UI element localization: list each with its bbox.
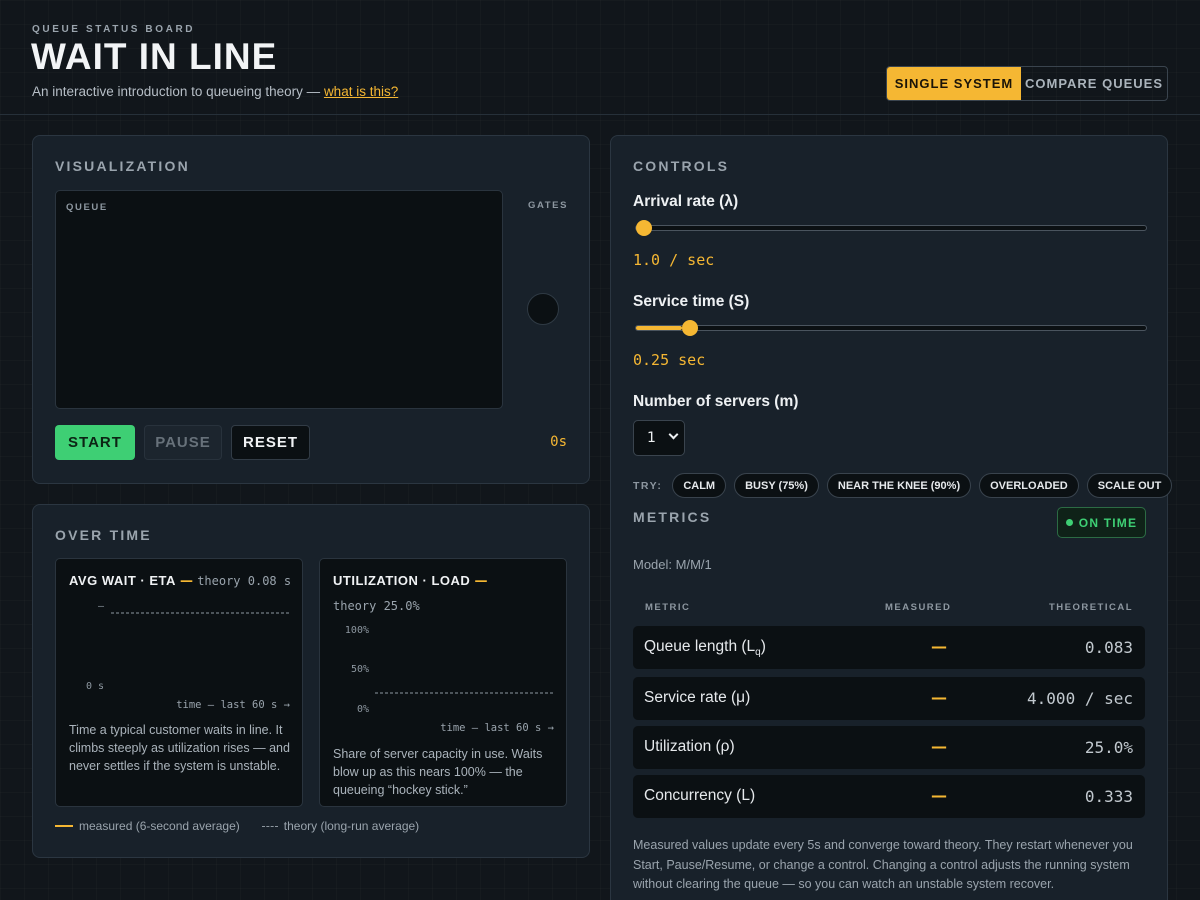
controls-panel: CONTROLS Arrival rate (λ) 1.0 / sec Serv… — [610, 135, 1173, 900]
legend-measured: measured (6-second average) — [79, 819, 240, 833]
metric-row-service-rate: Service rate (μ) — 4.000 / sec — [633, 677, 1145, 720]
metric-row-utilization: Utilization (ρ) — 25.0% — [633, 726, 1145, 769]
util-y-tick-100: 100% — [345, 625, 369, 636]
arrival-rate-value: 1.0 / sec — [633, 251, 715, 269]
model-label: Model: M/M/1 — [633, 557, 712, 572]
compare-queues-tab[interactable]: COMPARE QUEUES — [1021, 67, 1167, 100]
start-button[interactable]: START — [55, 425, 135, 460]
eyebrow: QUEUE STATUS BOARD — [32, 24, 196, 35]
preset-busy[interactable]: BUSY (75%) — [734, 473, 819, 498]
wait-y-bottom-tick: 0 s — [86, 681, 104, 692]
servers-select[interactable]: 1 — [633, 420, 685, 456]
preset-row: TRY: CALM BUSY (75%) NEAR THE KNEE (90%)… — [633, 473, 1173, 498]
metrics-title: METRICS — [633, 509, 712, 525]
metric-row-concurrency: Concurrency (L) — 0.333 — [633, 775, 1145, 818]
elapsed-clock: 0s — [550, 434, 567, 450]
reset-button[interactable]: RESET — [231, 425, 310, 460]
visualization-title: VISUALIZATION — [55, 158, 190, 174]
chart-legend: measured (6-second average) theory (long… — [55, 819, 419, 833]
servers-label: Number of servers (m) — [633, 393, 799, 410]
arrival-rate-thumb[interactable] — [636, 220, 652, 236]
avg-wait-plot: — 0 s time — last 60 s → — [86, 601, 290, 711]
wait-x-label: time — last 60 s → — [176, 699, 290, 711]
utilization-chart: UTILIZATION · LOAD — theory 25.0% 100% 5… — [319, 558, 567, 807]
col-metric: METRIC — [645, 602, 691, 613]
pause-button[interactable]: PAUSE — [144, 425, 222, 460]
col-measured: MEASURED — [885, 602, 952, 613]
queue-label: QUEUE — [66, 202, 108, 213]
status-dot-icon — [1065, 519, 1073, 526]
util-x-label: time — last 60 s → — [440, 722, 554, 734]
metric-row-queue-length: Queue length (Lq) — 0.083 — [633, 626, 1145, 669]
gates-label: GATES — [528, 200, 569, 211]
gate-server — [527, 293, 559, 325]
measured-swatch — [55, 825, 73, 827]
legend-theory: theory (long-run average) — [283, 819, 420, 833]
preset-overloaded[interactable]: OVERLOADED — [979, 473, 1079, 498]
wait-y-top-tick: — — [98, 601, 105, 612]
service-time-value: 0.25 sec — [633, 351, 706, 369]
what-is-this-link[interactable]: what is this? — [324, 84, 398, 99]
service-time-thumb[interactable] — [681, 320, 698, 336]
over-time-panel: OVER TIME AVG WAIT · ETA — theory 0.08 s… — [32, 504, 590, 858]
utilization-plot: 100% 50% 0% time — last 60 s → — [345, 625, 554, 734]
single-system-tab[interactable]: SINGLE SYSTEM — [887, 67, 1021, 100]
avg-wait-chart: AVG WAIT · ETA — theory 0.08 s — 0 s tim… — [55, 558, 303, 807]
try-label: TRY: — [633, 479, 663, 492]
util-y-tick-0: 0% — [357, 704, 369, 715]
visualization-panel: VISUALIZATION QUEUE GATES START PAUSE RE… — [32, 135, 590, 484]
over-time-title: OVER TIME — [55, 527, 152, 543]
chevron-down-icon — [668, 429, 679, 440]
preset-near-knee[interactable]: NEAR THE KNEE (90%) — [826, 473, 972, 498]
controls-title: CONTROLS — [633, 158, 730, 174]
queue-area: QUEUE — [55, 190, 503, 409]
service-time-slider[interactable] — [635, 320, 1147, 336]
preset-calm[interactable]: CALM — [672, 473, 727, 498]
arrival-rate-label: Arrival rate (λ) — [633, 193, 739, 210]
service-time-fill — [636, 326, 682, 330]
mode-toggle: SINGLE SYSTEM COMPARE QUEUES — [886, 66, 1168, 101]
page-title: WAIT IN LINE — [31, 36, 278, 77]
metrics-footnote: Measured values update every 5s and conv… — [633, 838, 1133, 891]
app-header: QUEUE STATUS BOARD WAIT IN LINE An inter… — [0, 0, 1200, 115]
arrival-rate-slider[interactable] — [635, 220, 1147, 236]
status-badge: ON TIME — [1057, 507, 1146, 538]
wait-description: Time a typical customer waits in line. I… — [69, 723, 290, 773]
preset-scale-out[interactable]: SCALE OUT — [1086, 473, 1173, 498]
page-subtitle: An interactive introduction to queueing … — [32, 84, 399, 99]
util-description: Share of server capacity in use. Waits b… — [333, 747, 543, 797]
service-time-label: Service time (S) — [633, 293, 750, 310]
col-theoretical: THEORETICAL — [1048, 602, 1133, 613]
util-y-tick-50: 50% — [351, 664, 369, 675]
theory-swatch — [261, 825, 278, 827]
